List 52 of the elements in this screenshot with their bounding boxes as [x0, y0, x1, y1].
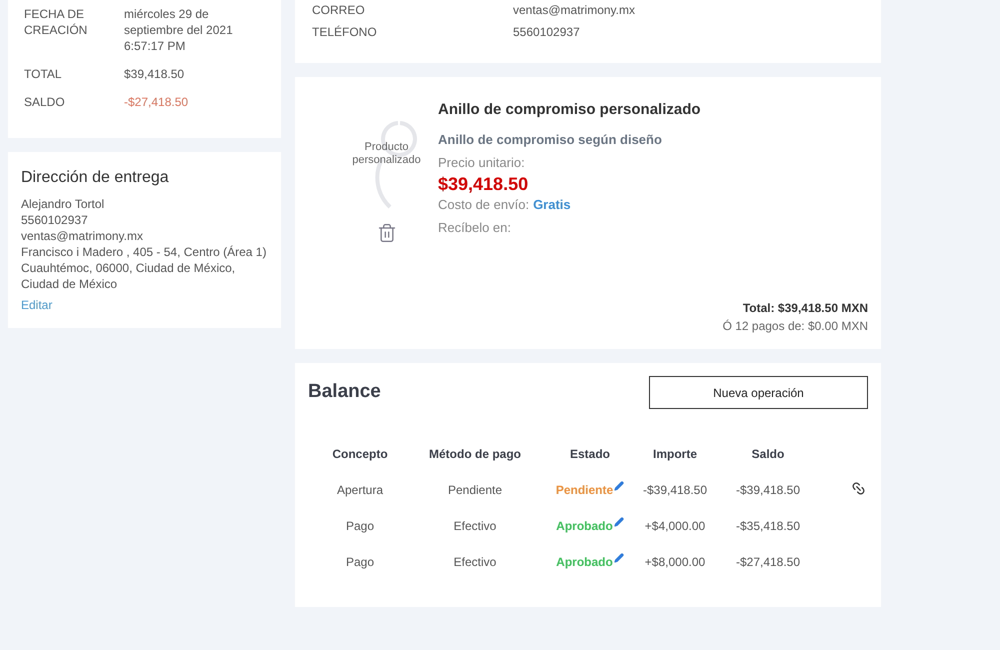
field-value: -$27,418.50 [124, 94, 190, 110]
field-label: TOTAL [24, 66, 63, 82]
field-value: miércoles 29 de septiembre del 2021 6:57:17 PM [124, 6, 234, 54]
table-cell-text: Pago [344, 554, 376, 571]
table-cell-text: +$4,000.00 [644, 518, 706, 535]
column-header: Saldo [750, 446, 786, 463]
product-name: Anillo de compromiso personalizado [438, 100, 701, 120]
price-label: Precio unitario: [438, 154, 526, 172]
installments: Ó 12 pagos de: $0.00 MXN [722, 318, 868, 335]
field-label: CORREO [312, 2, 366, 19]
field-label: FECHA DE CREACIÓN [24, 6, 88, 39]
column-header: Estado [568, 446, 611, 463]
address-line: Cuauhtémoc, 06000, Ciudad de México, Ciudad de México [21, 260, 236, 292]
receive-label: Recíbelo en: [438, 219, 512, 237]
table-cell-text: -$35,418.50 [734, 518, 802, 535]
balance-title: Balance [308, 380, 381, 404]
address-line: ventas@matrimony.mx [21, 228, 144, 244]
new-operation-button[interactable]: Nueva operación [649, 376, 868, 409]
table-cell-text: Efectivo [452, 554, 498, 571]
status-label: Aprobado [556, 518, 613, 535]
pencil-icon[interactable] [614, 553, 624, 563]
table-cell-text: Pago [344, 518, 376, 535]
table-cell-text: Apertura [336, 482, 384, 499]
trash-icon[interactable] [376, 223, 396, 243]
card-title: Dirección de entrega [21, 168, 170, 188]
table-cell-text: +$8,000.00 [644, 554, 706, 571]
table-cell-text: Pendiente [446, 482, 504, 499]
address-line: 5560102937 [21, 212, 89, 228]
shipping-value: Gratis [533, 196, 571, 214]
table-cell-text: Efectivo [452, 518, 498, 535]
table-cell-text: -$39,418.50 [642, 482, 708, 499]
column-header: Método de pago [428, 446, 522, 463]
shipping-label: Costo de envío: [438, 196, 530, 214]
table-cell-text: -$39,418.50 [734, 482, 802, 499]
column-header: Importe [652, 446, 698, 463]
field-value: 5560102937 [513, 24, 580, 41]
image-label: Producto personalizado [351, 141, 422, 167]
price: $39,418.50 [438, 172, 530, 194]
order-total: Total: $39,418.50 MXN [742, 300, 868, 317]
status-label: Aprobado [556, 554, 613, 571]
field-label: SALDO [24, 94, 66, 110]
product-subtitle: Anillo de compromiso según diseño [438, 130, 663, 149]
address-line: Alejandro Tortol [21, 196, 106, 212]
pencil-icon[interactable] [614, 481, 624, 491]
field-value: $39,418.50 [124, 66, 186, 82]
field-value: ventas@matrimony.mx [513, 2, 635, 19]
table-cell-text: -$27,418.50 [734, 554, 802, 571]
address-line: Francisco i Madero , 405 - 54, Centro (Área 1) [21, 244, 268, 260]
pencil-icon[interactable] [614, 517, 624, 527]
column-header: Concepto [331, 446, 389, 463]
status-label: Pendiente [556, 482, 614, 499]
field-label: TELÉFONO [312, 24, 378, 41]
